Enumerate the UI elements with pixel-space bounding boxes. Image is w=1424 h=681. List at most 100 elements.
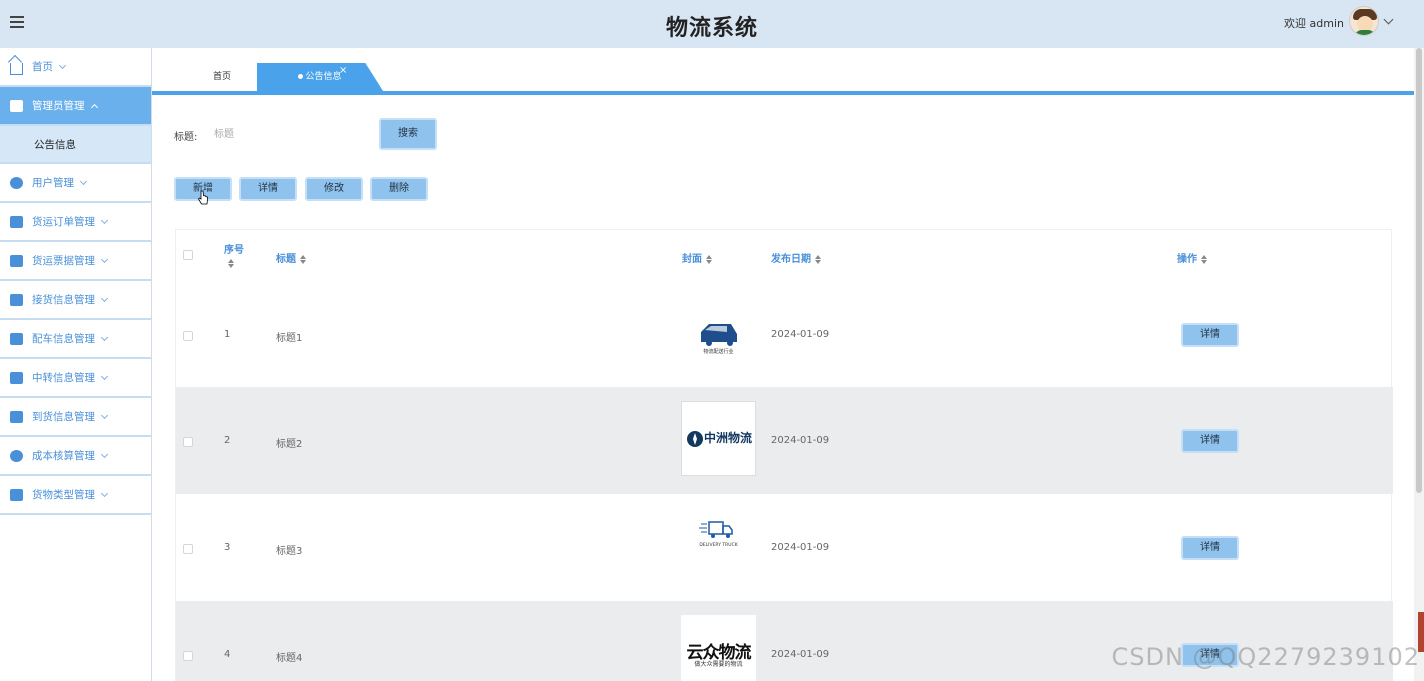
column-header-date[interactable]: 发布日期 (771, 250, 822, 265)
chevron-down-icon (100, 333, 109, 341)
calculator-icon (10, 449, 23, 462)
sidebar-item-users[interactable]: 用户管理 (0, 164, 151, 203)
main-content: 首页 公告信息 × 标题: 搜索 新增 详情 修改 删除 序号 标题 封面 发布… (152, 48, 1414, 681)
chevron-down-icon (58, 61, 67, 69)
column-header-actions[interactable]: 操作 (1177, 250, 1208, 265)
transfer-grid-icon (10, 371, 23, 384)
user-badge-icon (10, 176, 23, 189)
cover-image: 中洲物流 (681, 401, 756, 476)
column-header-cover[interactable]: 封面 (682, 250, 713, 265)
sidebar-item-orders[interactable]: 货运订单管理 (0, 203, 151, 242)
tab-home[interactable]: 首页 (182, 63, 262, 91)
row-checkbox[interactable] (183, 544, 193, 554)
detail-button[interactable]: 详情 (239, 177, 297, 201)
column-header-index[interactable]: 序号 (224, 241, 244, 268)
sidebar-item-label: 中转信息管理 (32, 372, 95, 384)
sidebar-item-pickup[interactable]: 接货信息管理 (0, 281, 151, 320)
row-detail-button[interactable]: 详情 (1181, 323, 1239, 347)
vehicle-grid-icon (10, 332, 23, 345)
row-date: 2024-01-09 (771, 649, 830, 660)
delete-button[interactable]: 删除 (370, 177, 428, 201)
select-all-checkbox[interactable] (183, 250, 193, 260)
truck-icon (10, 293, 23, 306)
vertical-scrollbar[interactable] (1414, 48, 1424, 681)
order-box-icon (10, 215, 23, 228)
sidebar-item-label: 接货信息管理 (32, 294, 95, 306)
sidebar: 首页 管理员管理 公告信息 用户管理 货运订单管理 货运票据管理 接货信息管理 … (0, 48, 152, 681)
data-table: 序号 标题 封面 发布日期 操作 1 标题1 物流配送行业 2024-01-09… (175, 229, 1393, 681)
sidebar-item-arrival[interactable]: 到货信息管理 (0, 398, 151, 437)
sidebar-item-label: 货运票据管理 (32, 255, 95, 267)
sidebar-item-bills[interactable]: 货运票据管理 (0, 242, 151, 281)
column-header-title[interactable]: 标题 (276, 250, 307, 265)
sidebar-item-cost[interactable]: 成本核算管理 (0, 437, 151, 476)
chevron-down-icon (100, 294, 109, 302)
row-checkbox[interactable] (183, 437, 193, 447)
row-detail-button[interactable]: 详情 (1181, 429, 1239, 453)
app-title: 物流系统 (665, 16, 758, 41)
row-date: 2024-01-09 (771, 435, 830, 446)
cover-subcaption: 做大众需要的物流 (694, 661, 743, 668)
table-row[interactable]: 2 标题2 中洲物流 2024-01-09 详情 (176, 387, 1393, 494)
row-checkbox[interactable] (183, 331, 193, 341)
table-header: 序号 标题 封面 发布日期 操作 (176, 230, 1393, 280)
search-button[interactable]: 搜索 (379, 118, 437, 150)
sort-icon[interactable] (1201, 254, 1208, 264)
row-title: 标题3 (276, 546, 303, 557)
row-index: 4 (224, 649, 231, 660)
sort-icon[interactable] (228, 259, 235, 268)
row-date: 2024-01-09 (771, 329, 830, 340)
cover-caption: 物流配送行业 (703, 349, 734, 355)
chevron-down-icon (100, 255, 109, 263)
close-icon[interactable]: × (339, 63, 347, 85)
sort-icon[interactable] (706, 254, 713, 264)
top-header: 物流系统 欢迎 admin (0, 0, 1424, 48)
active-dot-icon (298, 74, 304, 79)
sidebar-item-goods-type[interactable]: 货物类型管理 (0, 476, 151, 515)
compass-logo-icon (687, 431, 703, 447)
sidebar-item-admin[interactable]: 管理员管理 (0, 87, 151, 126)
home-icon (10, 62, 23, 75)
scrollbar-thumb[interactable] (1416, 48, 1422, 493)
sort-icon[interactable] (300, 254, 307, 264)
welcome-text: 欢迎 admin (1284, 17, 1344, 30)
sidebar-item-label: 管理员管理 (32, 100, 85, 112)
tab-label: 公告信息 (305, 72, 342, 82)
chevron-down-icon (100, 450, 109, 458)
table-row[interactable]: 1 标题1 物流配送行业 2024-01-09 详情 (176, 280, 1393, 387)
envelope-icon (10, 99, 23, 112)
sidebar-item-label: 首页 (32, 61, 53, 73)
avatar-icon[interactable] (1349, 6, 1379, 36)
sidebar-item-vehicles[interactable]: 配车信息管理 (0, 320, 151, 359)
chevron-down-icon (100, 489, 109, 497)
chevron-up-icon (90, 103, 98, 111)
hand-cursor-icon (197, 190, 208, 205)
cover-image: 物流配送行业 (681, 296, 756, 371)
cover-image: 云众物流 做大众需要的物流 (681, 615, 756, 681)
row-title: 标题4 (276, 653, 303, 664)
cover-caption: 中洲物流 (704, 431, 753, 445)
search-label: 标题: (174, 132, 198, 143)
chevron-down-icon (79, 177, 88, 185)
delivery-truck-icon (699, 521, 733, 538)
row-checkbox[interactable] (183, 651, 193, 661)
table-row[interactable]: 3 标题3 DELIVERY TRUCK 2024-01-09 详情 (176, 494, 1393, 601)
row-index: 2 (224, 435, 231, 446)
search-input[interactable] (214, 121, 364, 147)
cover-image: DELIVERY TRUCK (681, 506, 756, 581)
edit-button[interactable]: 修改 (305, 177, 363, 201)
chevron-down-icon (100, 411, 109, 419)
sidebar-item-transfer[interactable]: 中转信息管理 (0, 359, 151, 398)
row-index: 1 (224, 329, 231, 340)
cover-caption: DELIVERY TRUCK (699, 543, 738, 548)
sidebar-item-home[interactable]: 首页 (0, 48, 151, 87)
watermark-text: CSDN @QQ2279239102 (1111, 643, 1420, 671)
row-date: 2024-01-09 (771, 542, 830, 553)
chevron-down-icon (100, 372, 109, 380)
row-detail-button[interactable]: 详情 (1181, 536, 1239, 560)
tab-notice[interactable]: 公告信息 × (257, 63, 383, 91)
sort-icon[interactable] (815, 254, 822, 264)
sidebar-subitem-notice[interactable]: 公告信息 (0, 126, 151, 164)
chevron-down-icon (100, 216, 109, 224)
sidebar-item-label: 配车信息管理 (32, 333, 95, 345)
